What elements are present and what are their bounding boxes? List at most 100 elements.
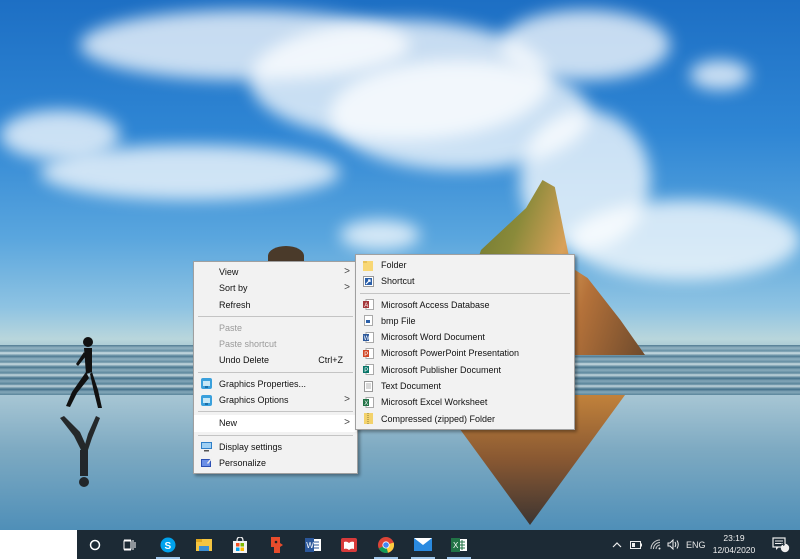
wallpaper-runner	[66, 337, 102, 408]
excel-icon: X	[451, 537, 467, 552]
network-button[interactable]	[650, 530, 662, 559]
new-item-shortcut[interactable]: Shortcut	[356, 273, 574, 289]
menu-item-label: Personalize	[219, 457, 267, 468]
svg-text:X: X	[364, 401, 368, 407]
skype-icon: S	[160, 537, 176, 552]
taskbar-excel[interactable]: X	[441, 530, 477, 559]
chrome-icon	[378, 536, 394, 553]
new-item-label: Microsoft Word Document	[381, 332, 485, 343]
speaker-icon	[667, 539, 679, 550]
new-item-excel-worksheet[interactable]: X Microsoft Excel Worksheet	[356, 394, 574, 410]
volume-button[interactable]	[667, 530, 680, 559]
taskbar-mail[interactable]	[405, 530, 441, 559]
action-center-button[interactable]: 4	[764, 530, 798, 559]
new-item-publisher-document[interactable]: P Microsoft Publisher Document	[356, 362, 574, 378]
svg-text:S: S	[165, 541, 172, 552]
taskbar-file-explorer[interactable]	[186, 530, 222, 559]
svg-text:X: X	[453, 541, 459, 550]
show-hidden-icons-button[interactable]	[612, 530, 622, 559]
chevron-right-icon: >	[344, 282, 350, 294]
new-item-word-document[interactable]: W Microsoft Word Document	[356, 329, 574, 345]
book-app-icon	[341, 537, 357, 552]
personalize-icon	[201, 457, 212, 468]
menu-item-label: Sort by	[219, 283, 248, 294]
menu-item-graphics-properties[interactable]: Graphics Properties...	[194, 376, 357, 392]
task-view-button[interactable]	[112, 530, 148, 559]
mail-icon	[414, 538, 432, 551]
menu-item-undo-delete[interactable]: Undo Delete Ctrl+Z	[194, 352, 357, 368]
bmp-file-icon	[364, 315, 373, 327]
battery-button[interactable]	[630, 530, 642, 559]
new-item-label: Microsoft Excel Worksheet	[381, 397, 488, 408]
file-explorer-icon	[196, 538, 212, 551]
word-icon: W	[363, 331, 374, 343]
menu-item-new[interactable]: New >	[194, 415, 357, 432]
taskbar: S W X ENG 23:19 12/04/2020 4	[0, 530, 800, 559]
new-item-label: Microsoft Access Database	[381, 299, 490, 310]
chevron-right-icon: >	[344, 394, 350, 406]
chevron-right-icon: >	[344, 266, 350, 277]
intel-graphics-icon	[201, 378, 212, 390]
wallpaper-cloud	[500, 10, 670, 80]
menu-separator	[198, 315, 353, 317]
menu-item-label: Display settings	[219, 441, 283, 452]
language-indicator: ENG	[686, 539, 706, 550]
shortcut-icon	[363, 275, 374, 287]
cortana-icon	[89, 539, 101, 550]
menu-item-label: New	[219, 418, 238, 429]
new-item-text-document[interactable]: Text Document	[356, 378, 574, 394]
menu-item-paste-shortcut: Paste shortcut	[194, 336, 357, 352]
menu-separator	[198, 411, 353, 413]
menu-item-view[interactable]: View >	[194, 264, 357, 280]
svg-text:W: W	[364, 335, 370, 341]
clock-time: 23:19	[723, 533, 745, 543]
svg-text:P: P	[364, 368, 368, 374]
new-submenu: Folder Shortcut A Microsoft Access Datab…	[355, 254, 575, 430]
menu-item-refresh[interactable]: Refresh	[194, 297, 357, 313]
task-view-icon	[123, 539, 136, 550]
word-icon: W	[305, 537, 321, 552]
menu-item-label: Graphics Options	[219, 395, 289, 406]
clock-button[interactable]: 23:19 12/04/2020	[706, 532, 762, 556]
powerpoint-icon: P	[363, 347, 374, 359]
taskbar-search-box[interactable]	[0, 530, 77, 559]
excel-icon: X	[363, 396, 374, 408]
taskbar-word[interactable]: W	[295, 530, 331, 559]
menu-item-sort-by[interactable]: Sort by >	[194, 280, 357, 296]
taskbar-book-app[interactable]	[331, 530, 367, 559]
menu-item-label: Undo Delete	[219, 355, 270, 366]
new-item-label: Folder	[381, 260, 407, 270]
menu-separator	[198, 434, 353, 436]
menu-item-graphics-options[interactable]: Graphics Options >	[194, 392, 357, 408]
store-icon	[233, 536, 247, 553]
taskbar-microsoft-store[interactable]	[222, 530, 258, 559]
svg-text:P: P	[364, 352, 368, 358]
new-item-label: Compressed (zipped) Folder	[381, 413, 496, 424]
menu-item-label: Refresh	[219, 299, 251, 310]
chevron-up-icon	[612, 541, 622, 547]
new-item-compressed-folder[interactable]: Compressed (zipped) Folder	[356, 411, 574, 427]
new-item-folder[interactable]: Folder	[356, 257, 574, 273]
new-item-powerpoint-presentation[interactable]: P Microsoft PowerPoint Presentation	[356, 345, 574, 361]
new-item-label: Microsoft PowerPoint Presentation	[381, 348, 520, 359]
menu-item-display-settings[interactable]: Display settings	[194, 439, 357, 455]
wifi-icon	[650, 539, 661, 550]
zip-folder-icon	[364, 413, 373, 425]
taskbar-skype[interactable]: S	[150, 530, 186, 559]
menu-item-label: Paste shortcut	[219, 339, 277, 350]
chevron-right-icon: >	[344, 417, 350, 429]
input-language-button[interactable]: ENG	[686, 530, 706, 559]
new-item-label: Microsoft Publisher Document	[381, 364, 502, 375]
cortana-button[interactable]	[77, 530, 113, 559]
taskbar-red-app[interactable]	[259, 530, 295, 559]
new-item-access-database[interactable]: A Microsoft Access Database	[356, 297, 574, 313]
menu-item-personalize[interactable]: Personalize	[194, 455, 357, 471]
wallpaper-cloud	[340, 220, 420, 250]
taskbar-chrome[interactable]	[368, 530, 404, 559]
wallpaper-cloud	[690, 60, 750, 90]
wallpaper-runner-reflection	[60, 416, 100, 487]
new-item-bmp-file[interactable]: bmp File	[356, 313, 574, 329]
shortcut-hint: Ctrl+Z	[318, 355, 343, 366]
menu-item-label: Graphics Properties...	[219, 378, 307, 389]
new-item-label: Shortcut	[381, 276, 415, 287]
